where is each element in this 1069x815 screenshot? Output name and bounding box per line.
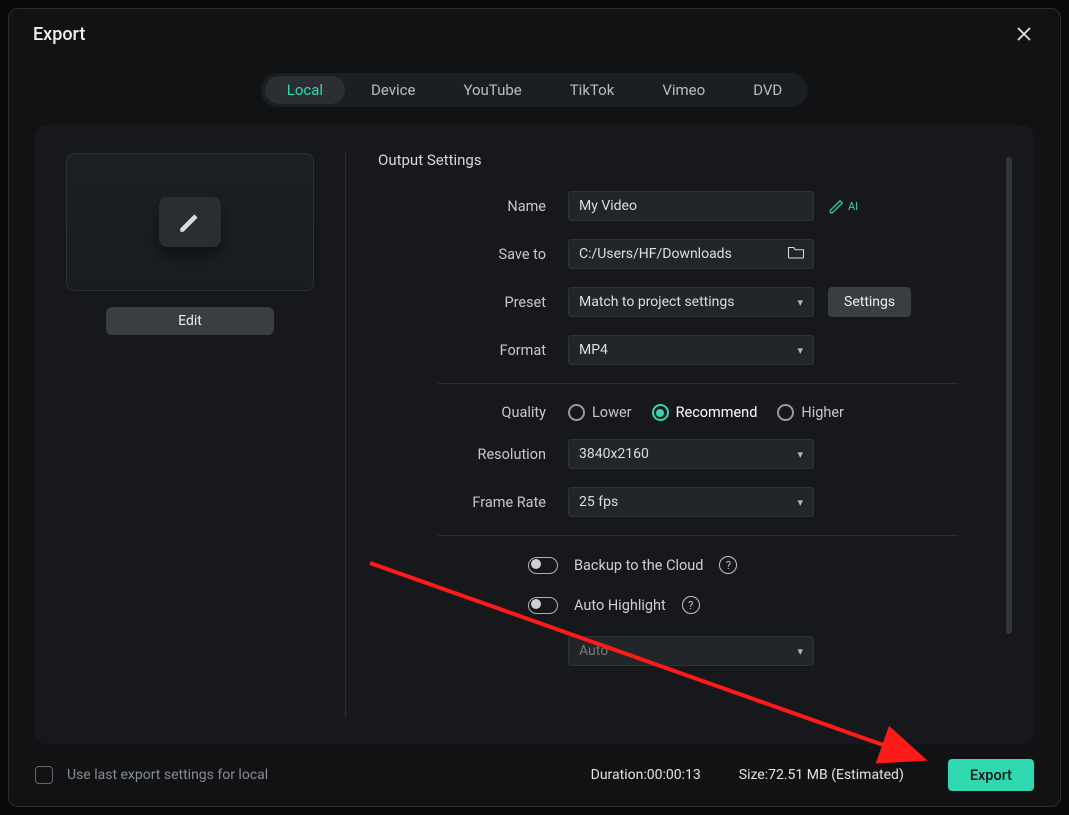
name-input[interactable]: My Video: [568, 191, 814, 221]
chevron-down-icon: ▾: [797, 344, 803, 357]
quality-label: Quality: [378, 404, 568, 421]
saveto-input[interactable]: C:/Users/HF/Downloads: [568, 239, 814, 269]
chevron-down-icon: ▾: [797, 448, 803, 461]
auto-highlight-label: Auto Highlight: [574, 597, 666, 614]
preset-label: Preset: [378, 294, 568, 311]
framerate-select[interactable]: 25 fps ▾: [568, 487, 814, 517]
saveto-label: Save to: [378, 246, 568, 263]
tab-vimeo[interactable]: Vimeo: [640, 76, 727, 104]
close-button[interactable]: [1008, 18, 1040, 50]
duration-stat: Duration:00:00:13: [591, 767, 701, 783]
backup-cloud-toggle[interactable]: [528, 557, 558, 574]
chevron-down-icon: ▾: [797, 496, 803, 509]
tab-local[interactable]: Local: [265, 76, 345, 104]
tab-dvd[interactable]: DVD: [731, 76, 804, 104]
size-stat: Size:72.51 MB (Estimated): [739, 767, 904, 783]
chevron-down-icon: ▾: [797, 296, 803, 309]
quality-higher-radio[interactable]: Higher: [777, 404, 844, 421]
ai-rename-icon[interactable]: AI: [828, 197, 858, 215]
scrollbar[interactable]: [1006, 157, 1012, 634]
preset-settings-button[interactable]: Settings: [828, 287, 911, 317]
folder-icon[interactable]: [787, 244, 805, 264]
use-last-settings-checkbox[interactable]: [35, 766, 53, 784]
divider: [438, 535, 958, 536]
export-button[interactable]: Export: [948, 759, 1034, 791]
info-icon[interactable]: ?: [719, 556, 737, 574]
auto-select[interactable]: Auto ▾: [568, 636, 814, 666]
preset-select[interactable]: Match to project settings ▾: [568, 287, 814, 317]
preview-thumbnail[interactable]: [66, 153, 314, 291]
edit-button[interactable]: Edit: [106, 307, 274, 335]
tab-youtube[interactable]: YouTube: [441, 76, 543, 104]
output-settings-heading: Output Settings: [378, 151, 994, 169]
chevron-down-icon: ▾: [797, 645, 803, 658]
footer: Use last export settings for local Durat…: [9, 744, 1060, 806]
format-label: Format: [378, 342, 568, 359]
export-dialog: Export Local Device YouTube TikTok Vimeo…: [8, 8, 1061, 807]
info-icon[interactable]: ?: [682, 596, 700, 614]
export-tabs: Local Device YouTube TikTok Vimeo DVD: [9, 73, 1060, 107]
quality-recommend-radio[interactable]: Recommend: [652, 404, 758, 421]
resolution-label: Resolution: [378, 446, 568, 463]
use-last-settings-label: Use last export settings for local: [67, 767, 268, 783]
resolution-select[interactable]: 3840x2160 ▾: [568, 439, 814, 469]
dialog-title: Export: [33, 24, 85, 45]
export-panel: Edit Output Settings Name My Video AI Sa…: [35, 125, 1034, 744]
framerate-label: Frame Rate: [378, 494, 568, 511]
tab-device[interactable]: Device: [349, 76, 437, 104]
backup-cloud-label: Backup to the Cloud: [574, 557, 703, 574]
divider: [438, 383, 958, 384]
quality-lower-radio[interactable]: Lower: [568, 404, 632, 421]
name-label: Name: [378, 198, 568, 215]
auto-highlight-toggle[interactable]: [528, 597, 558, 614]
format-select[interactable]: MP4 ▾: [568, 335, 814, 365]
pencil-icon: [159, 197, 221, 247]
tab-tiktok[interactable]: TikTok: [548, 76, 637, 104]
